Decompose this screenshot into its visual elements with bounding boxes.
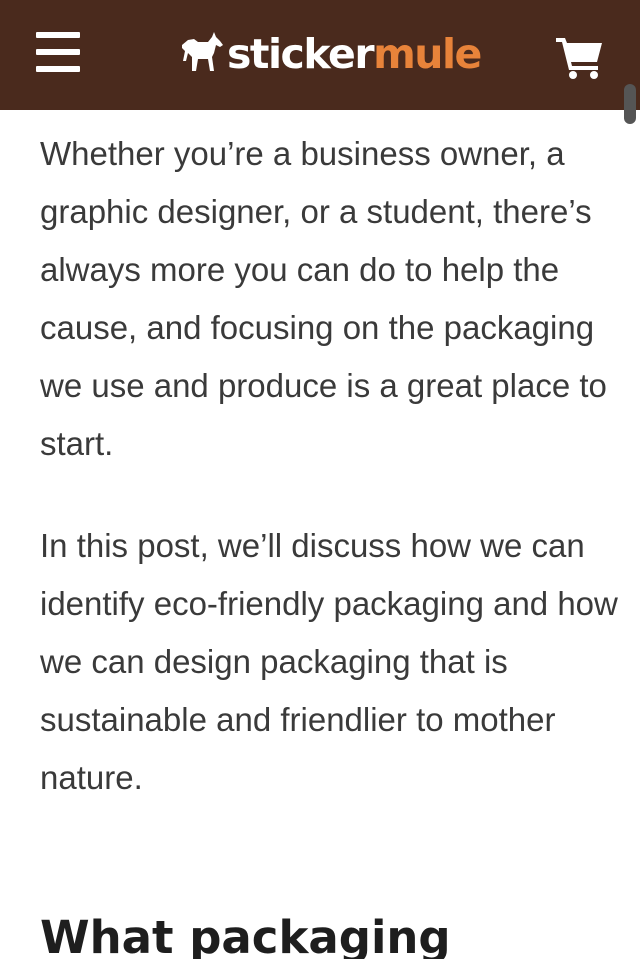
article-paragraph: Whether you’re a business owner, a graph… — [40, 135, 607, 462]
shopping-cart-icon — [556, 38, 602, 79]
menu-button[interactable] — [36, 32, 82, 74]
logo-mule-text: mule — [373, 30, 482, 78]
site-header: stickermule — [0, 0, 640, 110]
mule-logo-icon — [182, 32, 223, 71]
logo-text: stickermule — [227, 26, 482, 82]
site-logo[interactable]: stickermule — [180, 26, 482, 82]
hamburger-menu-icon — [36, 32, 80, 38]
section-heading: What packaging — [40, 911, 451, 959]
logo-sticker-text: sticker — [227, 30, 375, 78]
scrollbar-thumb[interactable] — [624, 84, 636, 124]
article-paragraph: In this post, we’ll discuss how we can i… — [40, 527, 618, 796]
cart-button[interactable] — [556, 36, 604, 80]
